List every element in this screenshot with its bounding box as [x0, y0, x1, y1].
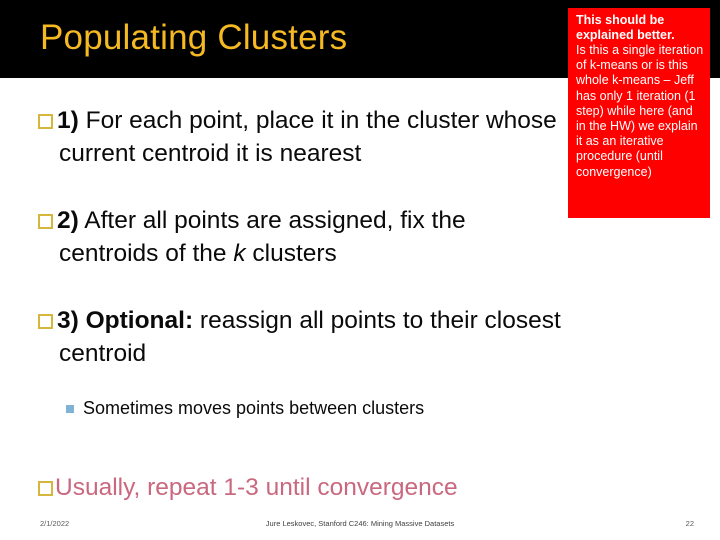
footer-page-number: 22 [685, 519, 694, 528]
bullet-2-cont-post: clusters [245, 240, 337, 267]
bullet-3-text: reassign all points to their closest [193, 307, 561, 334]
annotation-callout: This should be explained better. Is this… [568, 8, 710, 218]
sub-bullet-text: Sometimes moves points between clusters [83, 398, 425, 418]
bullet-2-continuation: centroids of the k clusters [59, 237, 658, 270]
bullet-2-lead: 2) [57, 207, 79, 234]
slide-footer: 2/1/2022 Jure Leskovec, Stanford C246: M… [0, 515, 720, 540]
hollow-square-bullet-icon [38, 481, 53, 496]
final-summary-line: Usually, repeat 1-3 until convergence [38, 472, 458, 504]
bullet-3-lead: 3) Optional: [57, 307, 194, 334]
bullet-1-lead: 1) [57, 107, 79, 134]
bullet-item-3: 3) Optional: reassign all points to thei… [38, 304, 698, 370]
slide-canvas: Populating Clusters 1) For each point, p… [0, 0, 720, 540]
page-title: Populating Clusters [40, 18, 348, 57]
small-square-bullet-icon [66, 405, 74, 413]
final-summary-text: Usually, repeat 1-3 until convergence [55, 474, 458, 501]
bullet-2-cont-pre: centroids of the [59, 240, 234, 267]
annotation-body: Is this a single iteration of k-means or… [576, 43, 704, 179]
footer-attribution: Jure Leskovec, Stanford C246: Mining Mas… [265, 519, 455, 528]
hollow-square-bullet-icon [38, 314, 53, 329]
bullet-3-continuation: centroid [59, 340, 147, 367]
bullet-1-text: For each point, place it in the cluster … [78, 107, 557, 134]
sub-bullet-item: Sometimes moves points between clusters [66, 396, 424, 420]
bullet-item-2: 2) After all points are assigned, fix th… [38, 204, 658, 270]
hollow-square-bullet-icon [38, 114, 53, 129]
bullet-2-cont-italic: k [233, 240, 246, 267]
annotation-heading: This should be explained better. [576, 13, 675, 42]
hollow-square-bullet-icon [38, 214, 53, 229]
bullet-2-text: After all points are assigned, fix the [78, 207, 466, 234]
